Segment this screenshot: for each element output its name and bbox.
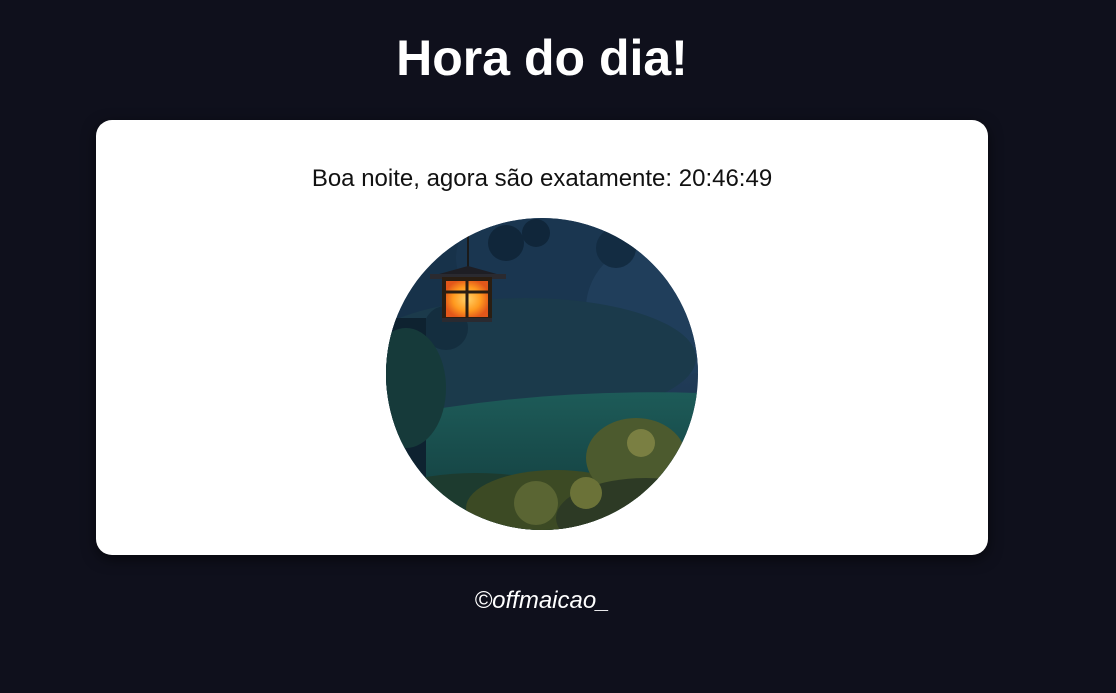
time-card: Boa noite, agora são exatamente: 20:46:4… (96, 120, 988, 555)
greeting-time-message: Boa noite, agora são exatamente: 20:46:4… (311, 165, 773, 192)
night-scene-image (386, 218, 698, 530)
page-title: Hora do dia! (396, 30, 688, 86)
night-garden-lantern-photo (386, 218, 698, 530)
footer-credit: ©offmaicao_ (474, 587, 610, 614)
